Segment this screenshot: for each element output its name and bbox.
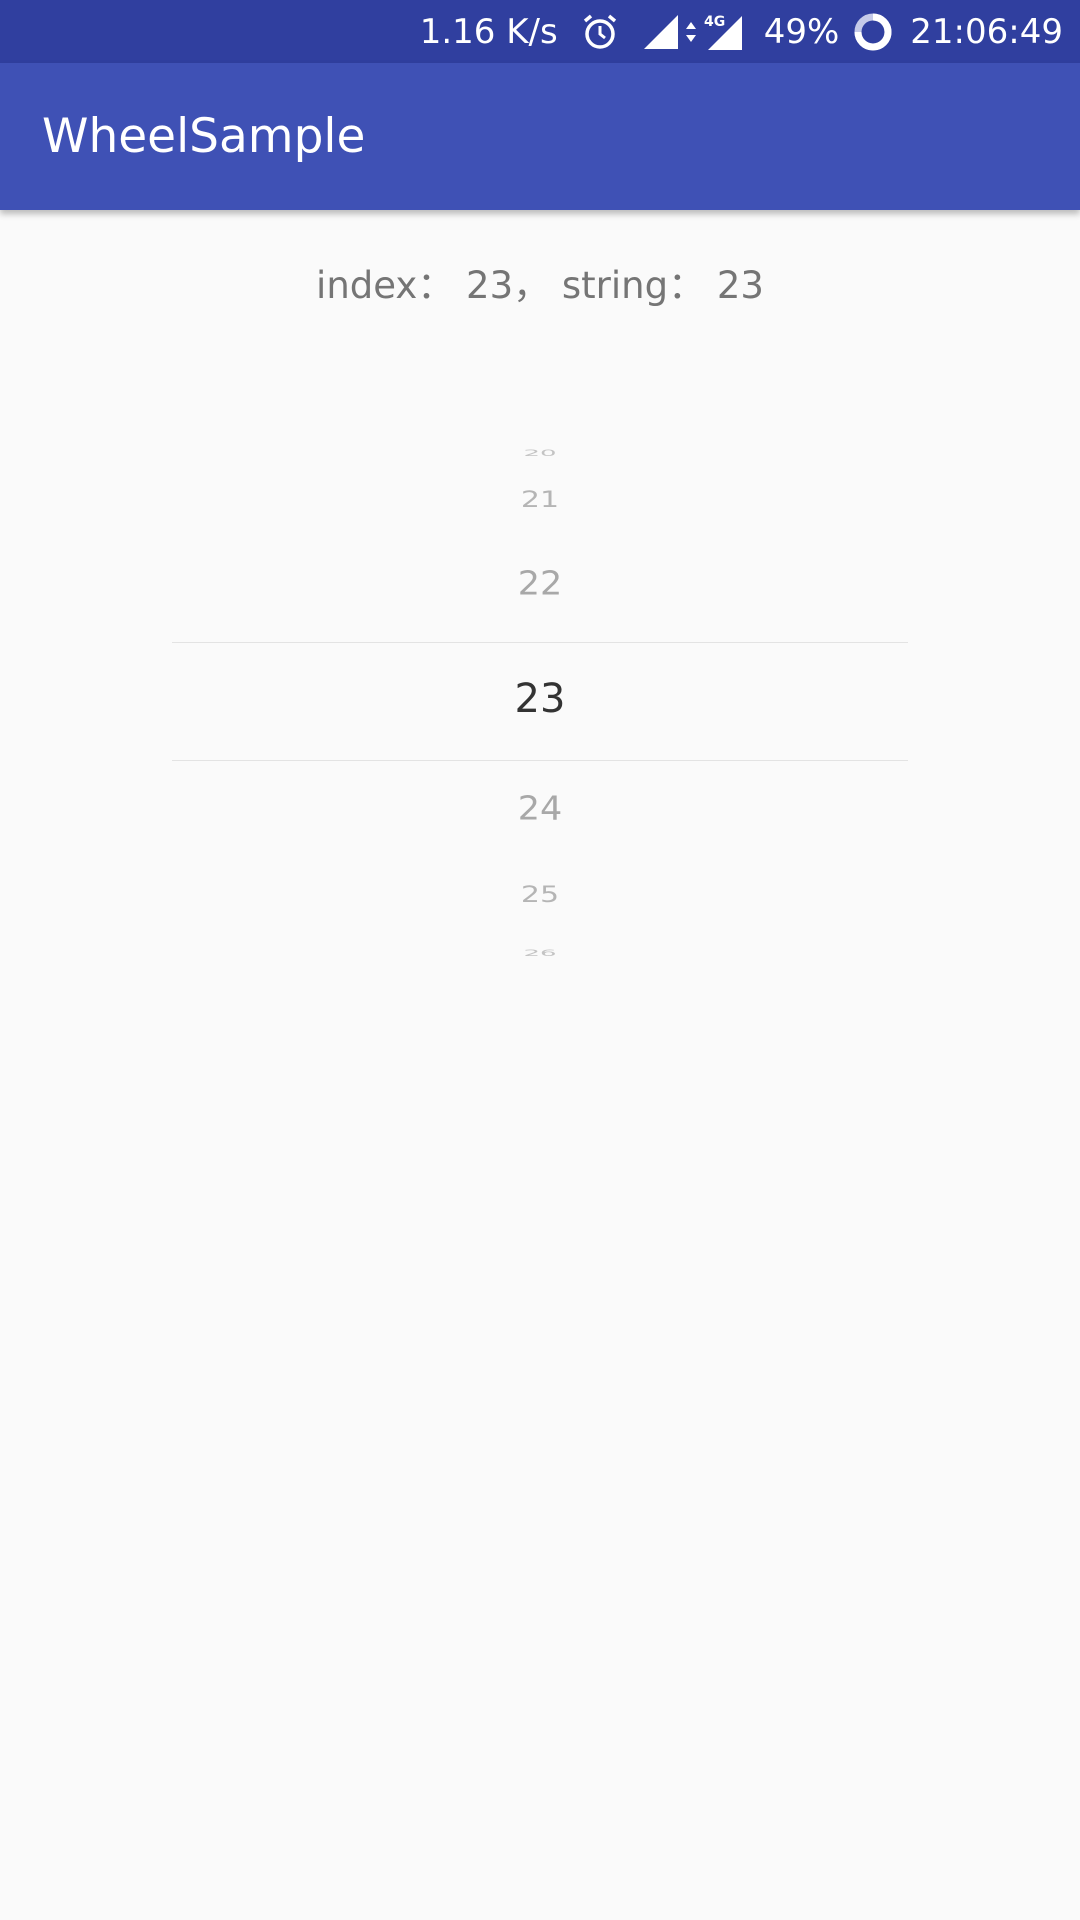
lte-signal-icon: 4G — [704, 14, 742, 50]
wheel-item: 21 — [520, 486, 560, 513]
clock: 21:06:49 — [910, 11, 1063, 52]
status-bar: 1.16 K/s 4G 49% 21:06:49 — [0, 0, 1080, 63]
signal-icon — [643, 14, 678, 49]
wheel-item: 25 — [520, 881, 560, 908]
wheel-bottom-divider — [172, 760, 908, 761]
app-bar: WheelSample — [0, 63, 1080, 210]
wheel-top-divider — [172, 642, 908, 643]
alarm-icon — [583, 14, 616, 49]
data-arrows-icon — [685, 21, 696, 42]
network-type-label: 4G — [704, 14, 725, 30]
wheel-item: 24 — [517, 790, 563, 829]
number-wheel-picker[interactable]: 20 21 22 23 24 25 26 — [172, 430, 908, 970]
wheel-selected-item: 23 — [514, 676, 566, 722]
net-speed-text: 1.16 K/s — [419, 11, 558, 52]
battery-percentage: 49% — [763, 11, 840, 52]
battery-saver-icon — [854, 13, 892, 50]
selection-result-text: index： 23， string： 23 — [316, 264, 764, 307]
wheel-item: 20 — [523, 447, 557, 459]
wheel-item: 26 — [523, 947, 557, 959]
app-title: WheelSample — [42, 109, 366, 164]
wheel-item: 22 — [517, 565, 563, 604]
